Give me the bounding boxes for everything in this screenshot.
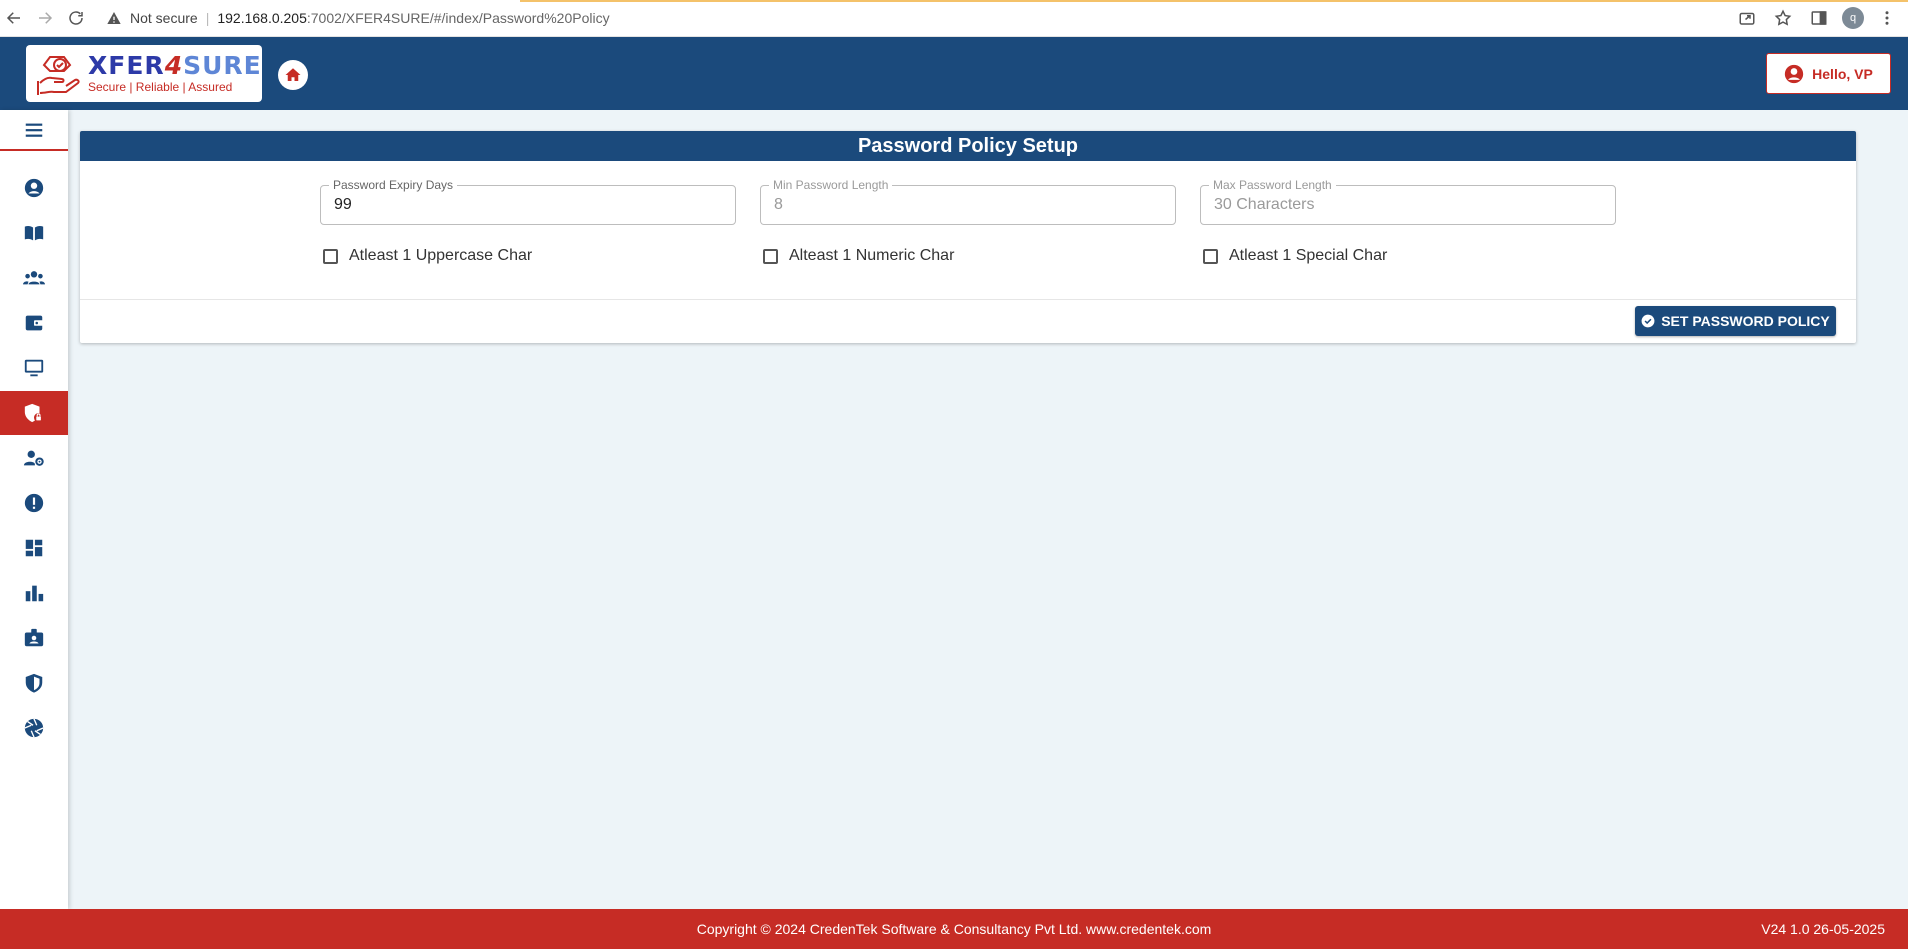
book-icon — [24, 225, 44, 241]
set-password-policy-button[interactable]: SET PASSWORD POLICY — [1635, 306, 1836, 336]
numeric-checkbox-row[interactable]: Alteast 1 Numeric Char — [763, 247, 954, 265]
sidebar — [0, 110, 68, 909]
sidebar-item-guide[interactable] — [0, 211, 68, 255]
card-divider — [80, 299, 1856, 300]
bar-chart-icon — [25, 585, 44, 602]
special-checkbox-row[interactable]: Atleast 1 Special Char — [1203, 247, 1387, 265]
app-header: XFER4SURE Secure | Reliable | Assured He… — [0, 37, 1908, 110]
password-expiry-input[interactable] — [334, 196, 714, 214]
aperture-icon — [24, 718, 44, 738]
footer-copyright: Copyright © 2024 CredenTek Software & Co… — [696, 921, 1212, 937]
set-password-policy-label: SET PASSWORD POLICY — [1661, 313, 1830, 329]
page-title: Password Policy Setup — [80, 131, 1856, 161]
logo-brand: XFER4SURE — [88, 53, 262, 79]
url-path: :7002/XFER4SURE/#/index/Password%20Polic… — [306, 10, 610, 26]
sidebar-item-security[interactable] — [0, 661, 68, 705]
browser-menu-icon[interactable] — [1874, 4, 1900, 32]
user-greeting: Hello, VP — [1812, 65, 1873, 82]
special-checkbox-label: Atleast 1 Special Char — [1229, 247, 1388, 264]
sidebar-item-monitor[interactable] — [0, 346, 68, 390]
footer-version: V24 1.0 26-05-2025 — [1761, 921, 1885, 937]
logo-brand-4: 4 — [164, 51, 184, 80]
numeric-checkbox[interactable] — [763, 248, 778, 264]
min-length-field: Min Password Length — [760, 178, 1176, 225]
browser-toolbar: Not secure | 192.168.0.205:7002/XFER4SUR… — [0, 0, 1908, 37]
sidebar-item-profile[interactable] — [0, 166, 68, 210]
warning-icon — [107, 12, 121, 24]
home-button[interactable] — [278, 60, 308, 90]
logo-hand-shield-icon — [37, 55, 80, 95]
user-circle-icon — [1784, 64, 1804, 83]
alert-icon — [24, 493, 44, 513]
password-expiry-label: Password Expiry Days — [329, 178, 458, 192]
logo-brand-xfer: XFER — [88, 51, 165, 80]
address-bar[interactable]: Not secure | 192.168.0.205:7002/XFER4SUR… — [98, 4, 618, 32]
user-circle-icon — [24, 178, 44, 198]
max-length-label: Max Password Length — [1209, 178, 1336, 192]
side-panel-icon[interactable] — [1806, 4, 1832, 32]
bookmark-star-icon[interactable] — [1770, 4, 1796, 32]
min-length-label: Min Password Length — [769, 178, 893, 192]
user-gear-icon — [23, 450, 44, 466]
sidebar-item-settings[interactable] — [0, 706, 68, 750]
reload-icon[interactable] — [62, 4, 90, 32]
url-host: 192.168.0.205 — [217, 10, 307, 26]
share-icon[interactable] — [1734, 4, 1760, 32]
security-label: Not secure — [130, 10, 198, 26]
address-separator: | — [205, 10, 210, 26]
uppercase-checkbox[interactable] — [323, 248, 338, 264]
app-logo[interactable]: XFER4SURE Secure | Reliable | Assured — [26, 45, 262, 102]
sidebar-item-dashboard[interactable] — [0, 526, 68, 570]
password-expiry-field[interactable]: Password Expiry Days — [320, 178, 736, 225]
sidebar-item-reports[interactable] — [0, 571, 68, 615]
uppercase-checkbox-row[interactable]: Atleast 1 Uppercase Char — [323, 247, 532, 265]
sidebar-item-password-policy[interactable] — [0, 391, 68, 435]
sidebar-item-alerts[interactable] — [0, 481, 68, 525]
check-circle-icon — [1641, 314, 1655, 328]
footer: Copyright © 2024 CredenTek Software & Co… — [0, 909, 1908, 949]
sidebar-item-wallet[interactable] — [0, 301, 68, 345]
sidebar-item-id[interactable] — [0, 616, 68, 660]
logo-tagline: Secure | Reliable | Assured — [88, 80, 233, 94]
shield-icon — [25, 673, 43, 693]
sidebar-item-users[interactable] — [0, 256, 68, 300]
back-icon[interactable] — [0, 4, 28, 32]
profile-avatar[interactable]: q — [1842, 7, 1864, 29]
id-badge-icon — [24, 628, 44, 647]
home-icon — [285, 68, 301, 81]
numeric-checkbox-label: Alteast 1 Numeric Char — [789, 247, 955, 264]
dashboard-icon — [25, 539, 43, 557]
max-length-field: Max Password Length — [1200, 178, 1616, 225]
monitor-icon — [24, 359, 44, 377]
user-menu-button[interactable]: Hello, VP — [1766, 53, 1891, 94]
uppercase-checkbox-label: Atleast 1 Uppercase Char — [349, 247, 533, 264]
shield-lock-icon — [24, 403, 44, 423]
sidebar-item-user-settings[interactable] — [0, 436, 68, 480]
max-length-input — [1214, 196, 1594, 214]
logo-brand-sure: SURE — [183, 51, 262, 80]
password-policy-card: Password Policy Setup Password Expiry Da… — [80, 131, 1856, 343]
users-icon — [23, 271, 45, 285]
menu-toggle-button[interactable] — [0, 110, 68, 151]
wallet-icon — [25, 315, 44, 331]
min-length-input — [774, 196, 1154, 214]
forward-icon[interactable] — [31, 4, 59, 32]
hamburger-icon — [25, 123, 43, 137]
special-checkbox[interactable] — [1203, 248, 1218, 264]
